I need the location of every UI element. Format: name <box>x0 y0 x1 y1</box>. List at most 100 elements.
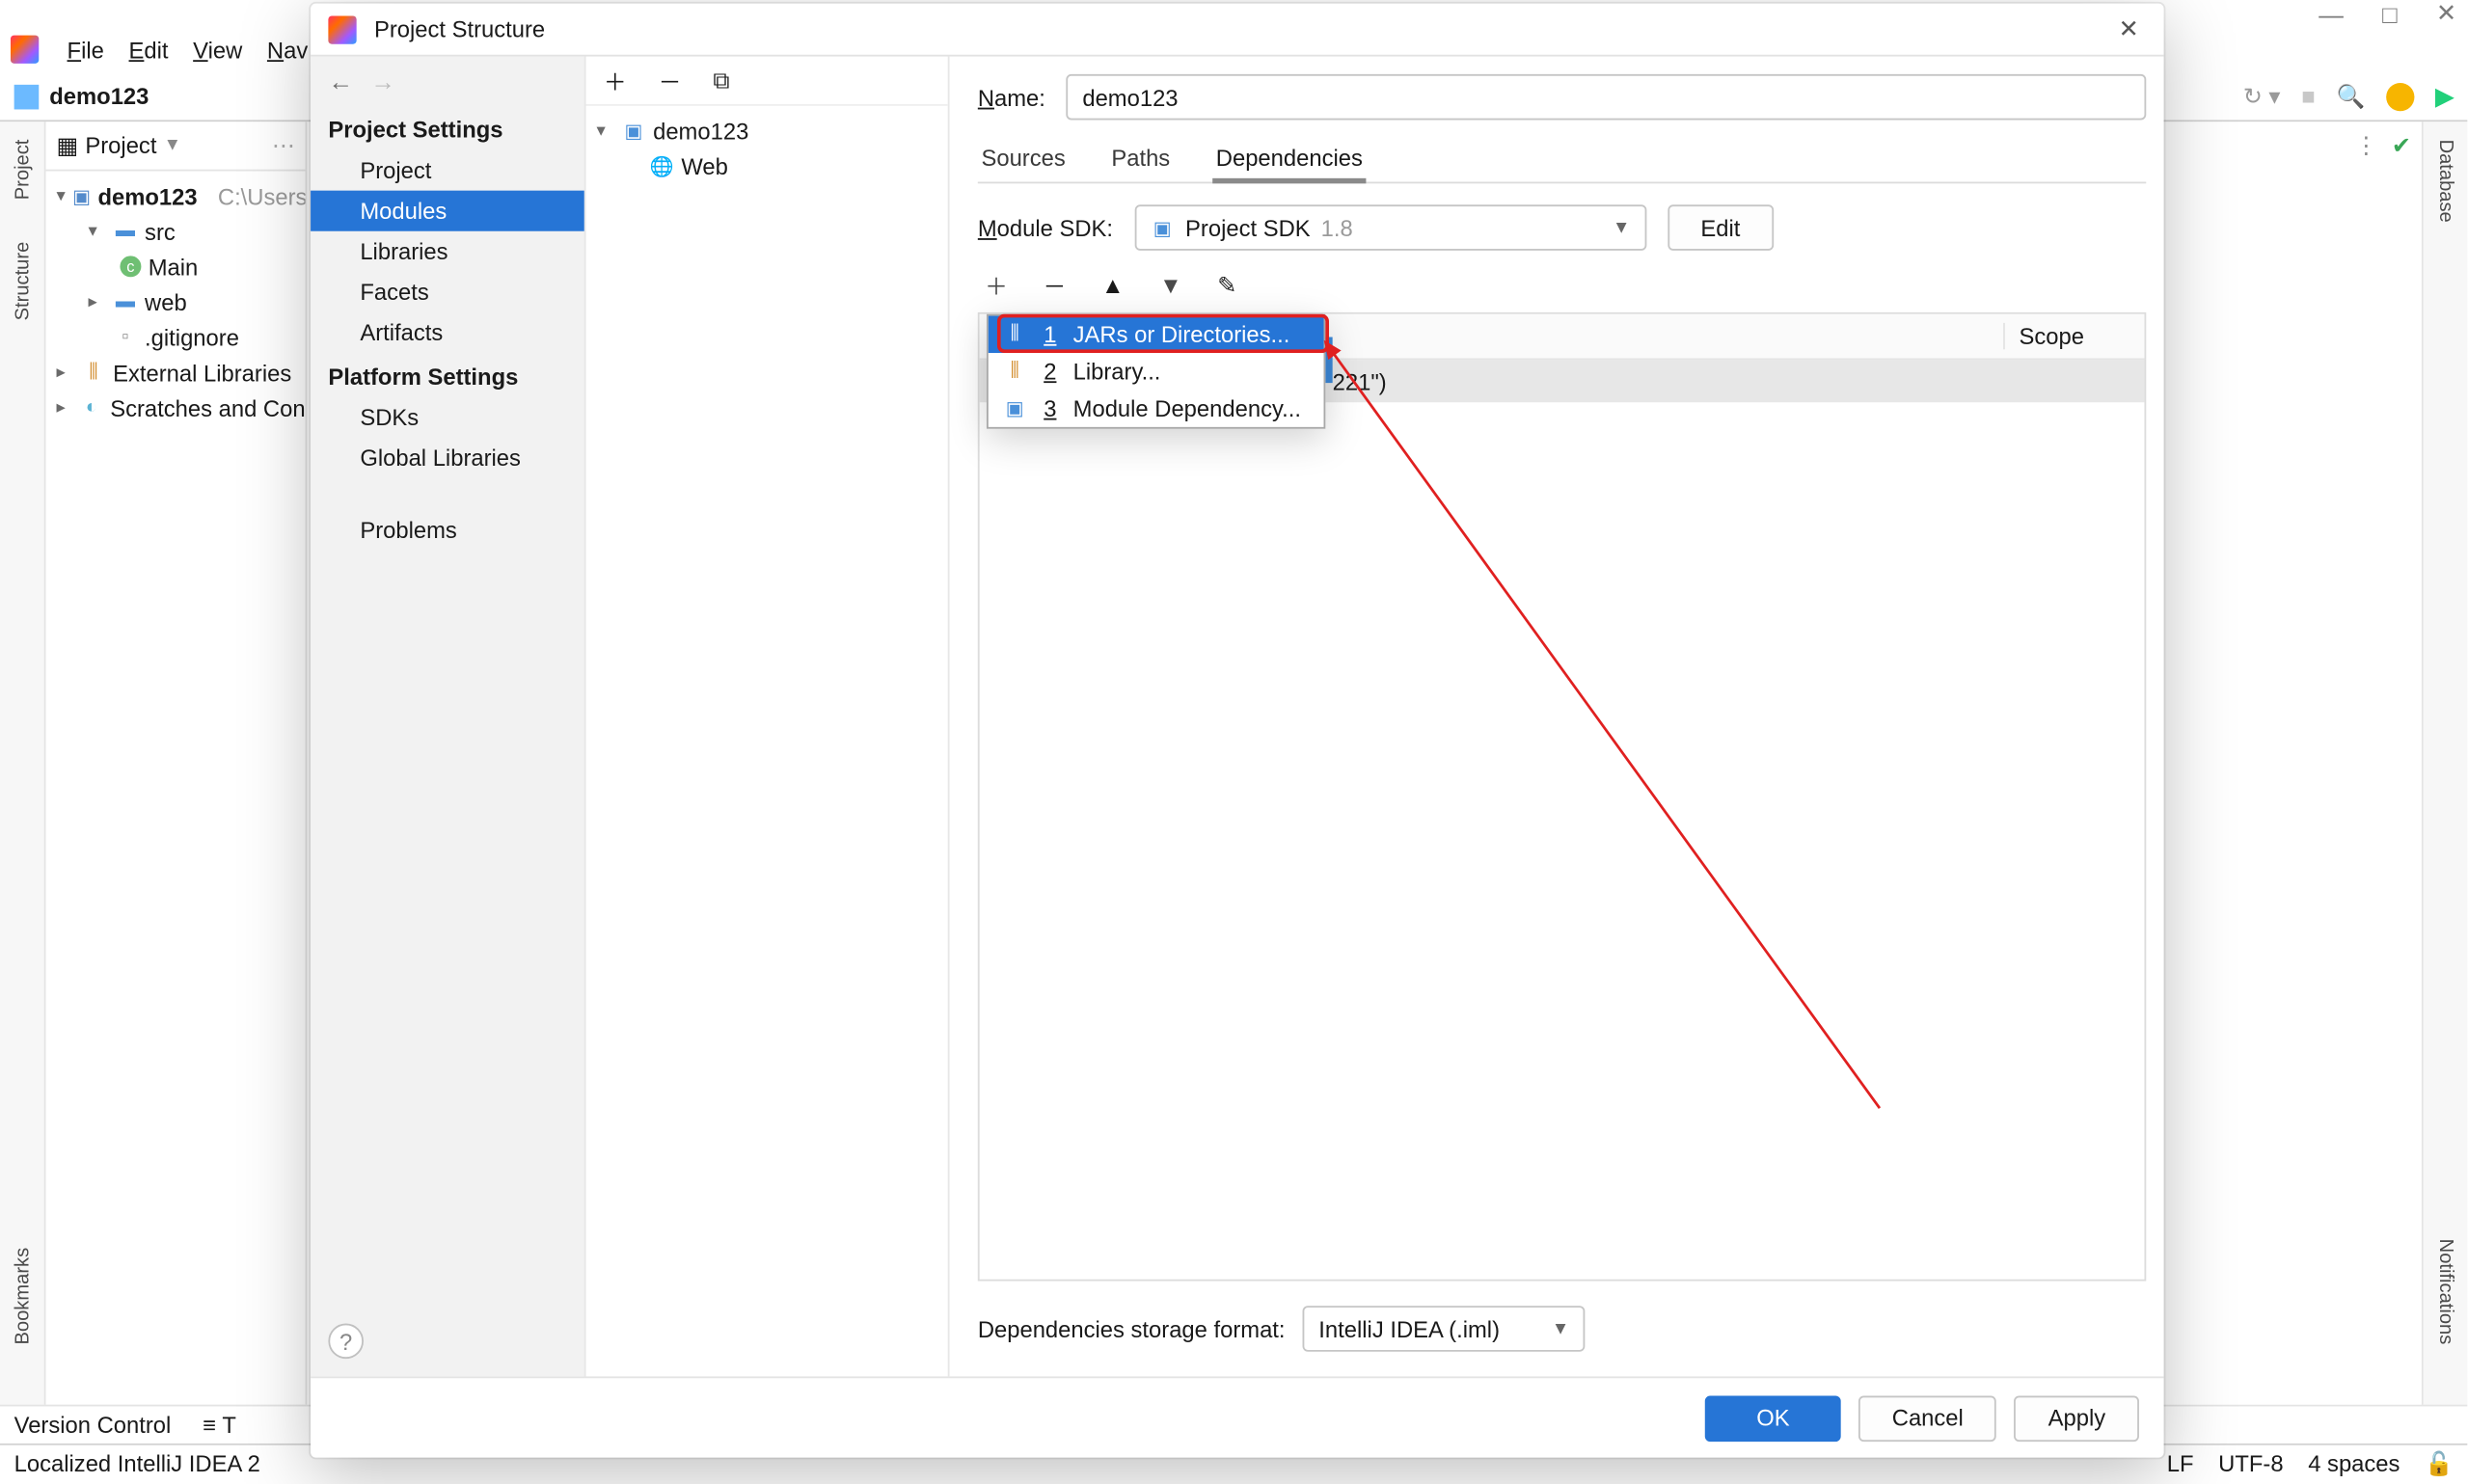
chevron-down-icon[interactable]: ▼ <box>164 136 181 155</box>
update-icon[interactable] <box>2386 82 2414 110</box>
stop-button[interactable]: ■ <box>2301 83 2315 109</box>
dep-down-icon[interactable]: ▼ <box>1159 272 1182 298</box>
tab-paths[interactable]: Paths <box>1108 138 1174 182</box>
status-lf[interactable]: LF <box>2167 1449 2194 1477</box>
status-indent[interactable]: 4 spaces <box>2308 1449 2400 1477</box>
add-dependency-popup: ⫼ 1 JARs or Directories... ⫼ 2 Library..… <box>987 314 1325 429</box>
tool-project-tab[interactable]: Project <box>12 140 33 201</box>
dep-scope-header: Scope <box>2003 323 2144 349</box>
nav-libraries[interactable]: Libraries <box>311 231 584 272</box>
popup-library[interactable]: ⫼ 2 Library... <box>989 353 1324 390</box>
breadcrumb[interactable]: demo123 <box>49 83 149 109</box>
project-structure-dialog: Project Structure ✕ ← → Project Settings… <box>311 4 2164 1458</box>
popup-module-dep[interactable]: ▣ 3 Module Dependency... <box>989 390 1324 426</box>
help-icon[interactable]: ? <box>328 1324 364 1360</box>
status-message: Localized IntelliJ IDEA 2 <box>14 1450 260 1476</box>
project-pane-icon: ▦ <box>57 131 79 159</box>
nav-artifacts[interactable]: Artifacts <box>311 312 584 353</box>
nav-back-icon[interactable]: ← <box>328 67 353 95</box>
nav-project[interactable]: Project <box>311 150 584 191</box>
tool-database-tab[interactable]: Database <box>2434 140 2455 223</box>
module-icon <box>14 84 40 109</box>
tool-structure-tab[interactable]: Structure <box>12 242 33 321</box>
nav-sdks[interactable]: SDKs <box>311 397 584 438</box>
menu-view[interactable]: View <box>186 33 250 67</box>
edit-sdk-button[interactable]: Edit <box>1668 204 1775 251</box>
project-pane-settings-icon[interactable]: ⋯ <box>272 131 295 159</box>
apply-button[interactable]: Apply <box>2015 1395 2139 1442</box>
library-icon: ⫼ <box>81 360 106 385</box>
inspections-ok-icon[interactable]: ✔ <box>2392 132 2411 160</box>
tool-bookmarks-tab[interactable]: Bookmarks <box>12 1248 33 1345</box>
nav-facets[interactable]: Facets <box>311 272 584 312</box>
module-add-icon[interactable]: ＋ <box>604 64 627 97</box>
nav-problems[interactable]: Problems <box>311 510 584 551</box>
module-icon: ▣ <box>621 119 646 144</box>
close-icon[interactable]: ✕ <box>2111 11 2146 47</box>
menu-edit[interactable]: Edit <box>122 33 176 67</box>
sdk-icon: ▣ <box>1150 215 1175 240</box>
library-icon: ⫼ <box>1002 359 1027 384</box>
folder-icon: ▬ <box>113 289 138 314</box>
module-copy-icon[interactable]: ⧉ <box>713 67 729 94</box>
window-min-icon[interactable]: — <box>2319 0 2344 27</box>
web-icon: 🌐 <box>649 153 674 178</box>
tool-vcs[interactable]: Version Control <box>14 1412 172 1438</box>
run-config-dropdown[interactable]: ↻ ▾ <box>2243 82 2280 110</box>
nav-modules[interactable]: Modules <box>311 191 584 231</box>
nav-group-platform-settings: Platform Settings <box>311 353 584 397</box>
dep-add-icon[interactable]: ＋ <box>985 268 1008 302</box>
file-icon: ▫ <box>113 325 138 350</box>
dialog-title: Project Structure <box>374 15 545 41</box>
project-pane-title[interactable]: Project <box>85 132 156 158</box>
tree-web[interactable]: ▸▬web <box>46 284 306 320</box>
dependencies-table: Scope 221") ⫼ 1 JARs or Directories... ⫼… <box>978 312 2146 1282</box>
module-name-input[interactable] <box>1067 74 2146 121</box>
tool-notifications-tab[interactable]: Notifications <box>2434 1239 2455 1345</box>
tool-todo[interactable]: ≡ T <box>203 1412 236 1438</box>
window-max-icon[interactable]: □ <box>2382 0 2397 27</box>
name-label: Name: <box>978 84 1045 110</box>
tree-main[interactable]: cMain <box>46 249 306 284</box>
class-icon: c <box>120 256 141 277</box>
storage-format-select[interactable]: IntelliJ IDEA (.iml) ▼ <box>1303 1306 1586 1352</box>
annotation-arrow <box>1315 332 1897 1126</box>
menu-file[interactable]: File <box>60 33 111 67</box>
dep-remove-icon: － <box>1044 268 1067 302</box>
tree-src[interactable]: ▾▬src <box>46 213 306 249</box>
tree-root[interactable]: ▾▣demo123 C:\Users <box>46 178 306 214</box>
scratch-icon: ◐ <box>80 395 103 420</box>
module-demo123[interactable]: ▾▣demo123 <box>586 113 948 148</box>
dep-edit-icon: ✎ <box>1217 271 1236 299</box>
cancel-button[interactable]: Cancel <box>1858 1395 1997 1442</box>
module-sdk-select[interactable]: ▣ Project SDK 1.8 ▼ <box>1134 204 1646 251</box>
tree-gitignore[interactable]: ▫.gitignore <box>46 319 306 355</box>
intellij-logo-icon <box>328 15 356 43</box>
module-remove-icon[interactable]: － <box>659 64 682 97</box>
tree-scratches[interactable]: ▸◐Scratches and Con <box>46 390 306 425</box>
tab-sources[interactable]: Sources <box>978 138 1070 182</box>
menu-navigate[interactable]: Nav <box>260 33 315 67</box>
folder-icon: ▣ <box>72 183 91 208</box>
nav-global-libraries[interactable]: Global Libraries <box>311 438 584 478</box>
chevron-down-icon: ▼ <box>1613 218 1630 237</box>
nav-group-project-settings: Project Settings <box>311 106 584 150</box>
module-icon: ▣ <box>1002 396 1027 421</box>
editor-menu-icon[interactable]: ⋮ <box>2354 132 2377 160</box>
dep-up-icon: ▲ <box>1101 272 1125 298</box>
status-readonly-icon[interactable]: 🔓 <box>2425 1449 2454 1477</box>
jetbrains-icon[interactable]: ▶ <box>2435 82 2453 110</box>
status-encoding[interactable]: UTF-8 <box>2218 1449 2283 1477</box>
module-web[interactable]: 🌐Web <box>586 148 948 184</box>
tree-ext-libs[interactable]: ▸⫼External Libraries <box>46 355 306 391</box>
window-close-icon[interactable]: ✕ <box>2436 0 2456 28</box>
tab-dependencies[interactable]: Dependencies <box>1212 138 1366 182</box>
chevron-down-icon: ▼ <box>1552 1319 1569 1338</box>
popup-jars[interactable]: ⫼ 1 JARs or Directories... <box>989 316 1324 353</box>
search-icon[interactable]: 🔍 <box>2337 82 2366 110</box>
folder-icon: ▬ <box>113 219 138 244</box>
nav-forward-icon: → <box>370 67 395 95</box>
ok-button[interactable]: OK <box>1705 1395 1841 1442</box>
intellij-logo-icon <box>11 36 39 64</box>
storage-format-label: Dependencies storage format: <box>978 1315 1286 1341</box>
